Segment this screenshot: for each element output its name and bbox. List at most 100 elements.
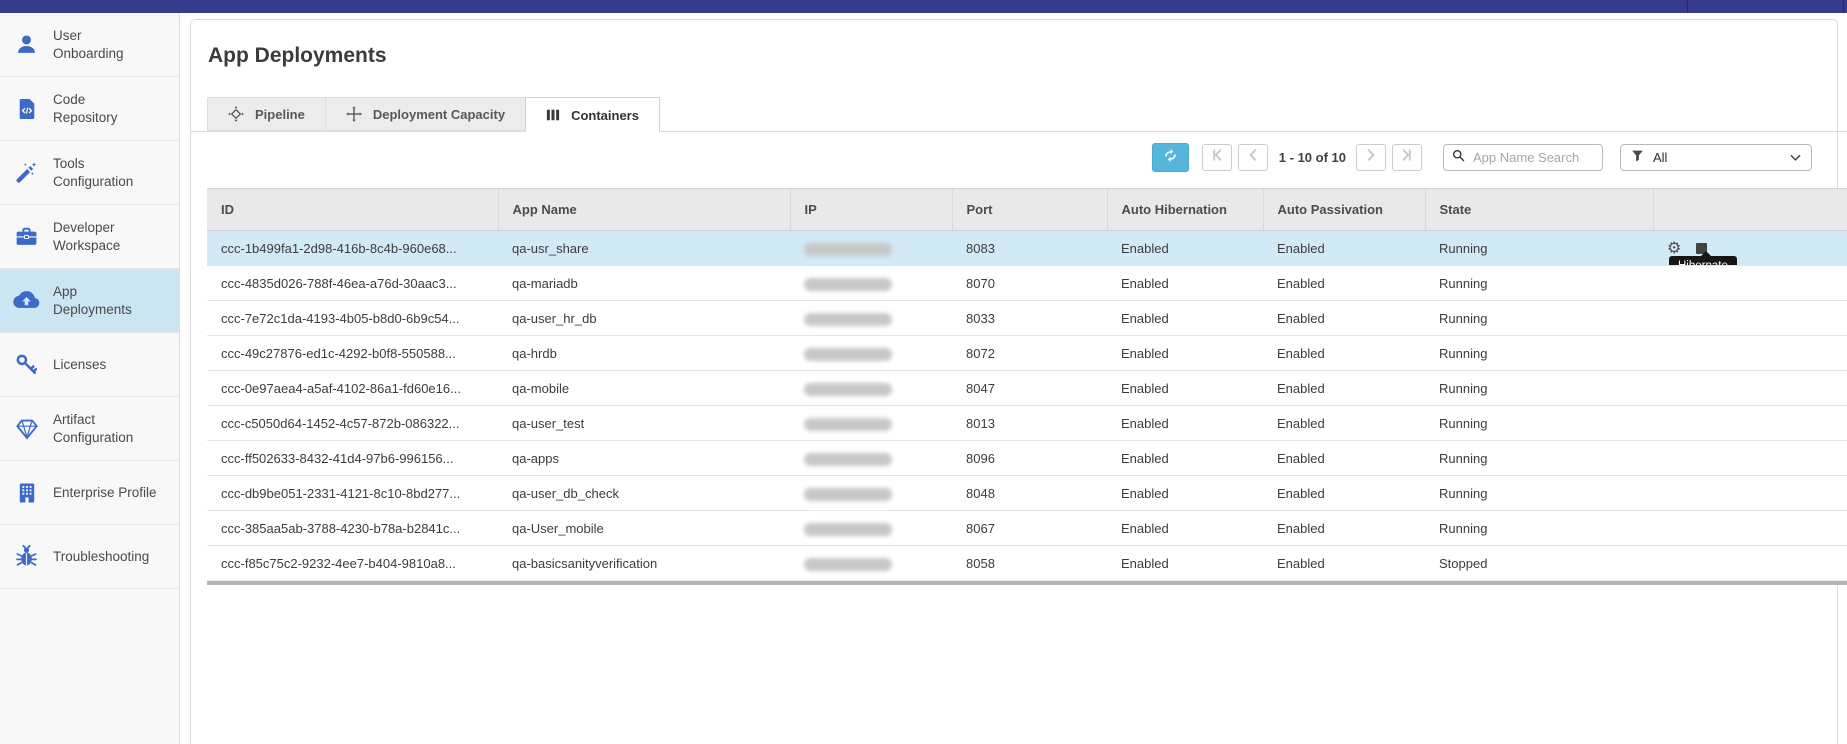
cell-app-name: qa-mariadb bbox=[498, 266, 790, 301]
cell-auto-hibernation: Enabled bbox=[1107, 406, 1263, 441]
table-header-row: ID App Name IP Port Auto Hibernation Aut… bbox=[207, 189, 1847, 231]
cell-port: 8070 bbox=[952, 266, 1107, 301]
redacted-ip-value bbox=[804, 453, 892, 466]
last-page-icon bbox=[1400, 148, 1414, 167]
cell-app-name: qa-user_db_check bbox=[498, 476, 790, 511]
cell-state: Running bbox=[1425, 266, 1653, 301]
table-row[interactable]: ccc-c5050d64-1452-4c57-872b-086322... qa… bbox=[207, 406, 1847, 441]
cell-id: ccc-f85c75c2-9232-4ee7-b404-9810a8... bbox=[207, 546, 498, 581]
cell-port: 8096 bbox=[952, 441, 1107, 476]
top-navigation-bar bbox=[0, 0, 1847, 13]
table-row[interactable]: ccc-f85c75c2-9232-4ee7-b404-9810a8... qa… bbox=[207, 546, 1847, 581]
cell-id: ccc-1b499fa1-2d98-416b-8c4b-960e68... bbox=[207, 231, 498, 266]
cell-auto-hibernation: Enabled bbox=[1107, 476, 1263, 511]
cell-port: 8067 bbox=[952, 511, 1107, 546]
cell-actions bbox=[1653, 371, 1847, 406]
sidebar-item-label: Licenses bbox=[53, 356, 106, 374]
cell-port: 8047 bbox=[952, 371, 1107, 406]
cell-auto-passivation: Enabled bbox=[1263, 231, 1425, 266]
sidebar-item-enterprise-profile[interactable]: Enterprise Profile bbox=[0, 461, 179, 525]
sidebar-item-label: User Onboarding bbox=[53, 27, 124, 62]
cell-app-name: qa-user_test bbox=[498, 406, 790, 441]
tab-label: Containers bbox=[571, 108, 639, 123]
table-row[interactable]: ccc-4835d026-788f-46ea-a76d-30aac3... qa… bbox=[207, 266, 1847, 301]
table-row[interactable]: ccc-ff502633-8432-41d4-97b6-996156... qa… bbox=[207, 441, 1847, 476]
pagination-prev-button[interactable] bbox=[1238, 144, 1268, 171]
table-row[interactable]: ccc-385aa5ab-3788-4230-b78a-b2841c... qa… bbox=[207, 511, 1847, 546]
cell-auto-passivation: Enabled bbox=[1263, 371, 1425, 406]
page-title: App Deployments bbox=[208, 44, 387, 68]
filter-funnel-icon bbox=[1631, 149, 1644, 167]
search-input[interactable] bbox=[1471, 149, 1594, 166]
sidebar-item-code-repository[interactable]: Code Repository bbox=[0, 77, 179, 141]
sidebar-item-app-deployments[interactable]: App Deployments bbox=[0, 269, 179, 333]
cell-auto-passivation: Enabled bbox=[1263, 301, 1425, 336]
refresh-button[interactable] bbox=[1152, 143, 1189, 172]
sidebar-item-developer-workspace[interactable]: Developer Workspace bbox=[0, 205, 179, 269]
column-header-app-name: App Name bbox=[498, 189, 790, 231]
gear-icon[interactable]: ⚙ bbox=[1667, 240, 1681, 256]
table-bottom-scrollbar[interactable] bbox=[207, 581, 1847, 585]
cell-state: Running bbox=[1425, 371, 1653, 406]
table-row[interactable]: ccc-7e72c1da-4193-4b05-b8d0-6b9c54... qa… bbox=[207, 301, 1847, 336]
cell-app-name: qa-User_mobile bbox=[498, 511, 790, 546]
cell-id: ccc-4835d026-788f-46ea-a76d-30aac3... bbox=[207, 266, 498, 301]
sidebar-item-licenses[interactable]: Licenses bbox=[0, 333, 179, 397]
cell-app-name: qa-user_hr_db bbox=[498, 301, 790, 336]
sidebar-item-user-onboarding[interactable]: User Onboarding bbox=[0, 13, 179, 77]
cell-id: ccc-db9be051-2331-4121-8c10-8bd277... bbox=[207, 476, 498, 511]
cell-port: 8013 bbox=[952, 406, 1107, 441]
cell-port: 8083 bbox=[952, 231, 1107, 266]
cell-auto-passivation: Enabled bbox=[1263, 511, 1425, 546]
cell-actions bbox=[1653, 546, 1847, 581]
bug-icon bbox=[13, 543, 40, 570]
table-row[interactable]: ccc-db9be051-2331-4121-8c10-8bd277... qa… bbox=[207, 476, 1847, 511]
refresh-icon bbox=[1162, 147, 1179, 169]
redacted-ip-value bbox=[804, 383, 892, 396]
table-row[interactable]: ccc-1b499fa1-2d98-416b-8c4b-960e68... qa… bbox=[207, 231, 1847, 266]
cell-state: Running bbox=[1425, 441, 1653, 476]
sidebar-item-tools-configuration[interactable]: Tools Configuration bbox=[0, 141, 179, 205]
cell-auto-hibernation: Enabled bbox=[1107, 336, 1263, 371]
tab-deployment-capacity[interactable]: Deployment Capacity bbox=[325, 97, 526, 131]
pagination-last-button[interactable] bbox=[1392, 144, 1422, 171]
row-actions: ⚙ Hibernate bbox=[1667, 231, 1847, 265]
table-row[interactable]: ccc-49c27876-ed1c-4292-b0f8-550588... qa… bbox=[207, 336, 1847, 371]
cell-ip bbox=[790, 336, 952, 371]
cell-app-name: qa-apps bbox=[498, 441, 790, 476]
filter-selected-value: All bbox=[1653, 150, 1667, 165]
cell-state: Running bbox=[1425, 301, 1653, 336]
filter-dropdown[interactable]: All bbox=[1620, 144, 1812, 171]
cell-state: Running bbox=[1425, 476, 1653, 511]
cell-app-name: qa-mobile bbox=[498, 371, 790, 406]
cell-id: ccc-385aa5ab-3788-4230-b78a-b2841c... bbox=[207, 511, 498, 546]
redacted-ip-value bbox=[804, 348, 892, 361]
column-header-auto-hibernation: Auto Hibernation bbox=[1107, 189, 1263, 231]
sidebar-item-troubleshooting[interactable]: Troubleshooting bbox=[0, 525, 179, 589]
cell-port: 8033 bbox=[952, 301, 1107, 336]
search-icon bbox=[1452, 149, 1465, 167]
tab-pipeline[interactable]: Pipeline bbox=[207, 97, 326, 131]
pagination-range: 1 - 10 of 10 bbox=[1279, 150, 1346, 165]
cell-actions bbox=[1653, 441, 1847, 476]
sidebar-item-artifact-configuration[interactable]: Artifact Configuration bbox=[0, 397, 179, 461]
cell-id: ccc-ff502633-8432-41d4-97b6-996156... bbox=[207, 441, 498, 476]
first-page-icon bbox=[1210, 148, 1224, 167]
pipeline-icon bbox=[228, 106, 244, 122]
cell-id: ccc-c5050d64-1452-4c57-872b-086322... bbox=[207, 406, 498, 441]
pagination-first-button[interactable] bbox=[1202, 144, 1232, 171]
redacted-ip-value bbox=[804, 278, 892, 291]
cell-actions bbox=[1653, 476, 1847, 511]
cell-port: 8058 bbox=[952, 546, 1107, 581]
pagination-next-button[interactable] bbox=[1356, 144, 1386, 171]
redacted-ip-value bbox=[804, 313, 892, 326]
magic-wand-icon bbox=[13, 159, 40, 186]
table-row[interactable]: ccc-0e97aea4-a5af-4102-86a1-fd60e16... q… bbox=[207, 371, 1847, 406]
cell-state: Running bbox=[1425, 406, 1653, 441]
briefcase-icon bbox=[13, 223, 40, 250]
cell-auto-passivation: Enabled bbox=[1263, 266, 1425, 301]
tab-containers[interactable]: Containers bbox=[525, 97, 660, 132]
cell-actions bbox=[1653, 301, 1847, 336]
cell-id: ccc-0e97aea4-a5af-4102-86a1-fd60e16... bbox=[207, 371, 498, 406]
cell-auto-hibernation: Enabled bbox=[1107, 231, 1263, 266]
